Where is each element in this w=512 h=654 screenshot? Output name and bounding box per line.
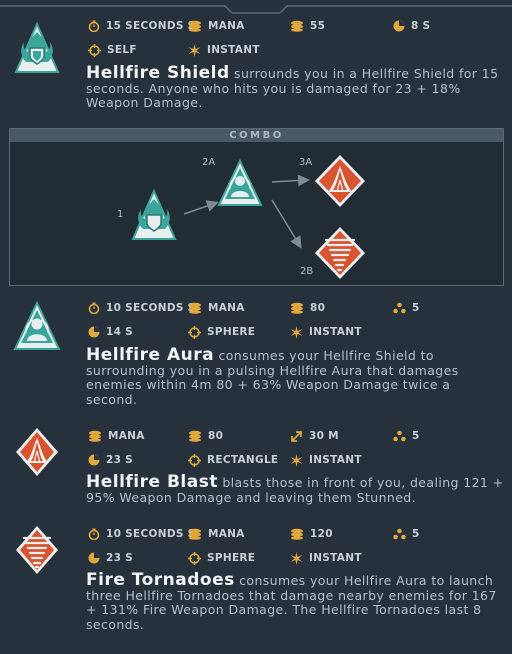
stat-resource: MANA [188, 527, 245, 541]
fire-tornado-icon[interactable] [15, 525, 59, 579]
stat-cooldown: 14 S [88, 325, 133, 339]
stopwatch-icon [88, 528, 100, 540]
instant-icon [290, 551, 303, 565]
stat-cost: 80 [290, 301, 325, 315]
stat-targets: 5 [393, 301, 420, 315]
instant-icon [290, 453, 303, 467]
stopwatch-icon [88, 302, 100, 314]
mana-icon [189, 302, 201, 314]
description-hellfire-blast: Hellfire Blast blasts those in front of … [86, 474, 504, 505]
description-hellfire-aura: Hellfire Aura consumes your Hellfire Shi… [86, 347, 504, 407]
stat-cooldown: 23 S [88, 551, 133, 565]
stats-hellfire-aura: 10 SECONDS S MANA 80 5 14 S SPHERE INSTA… [0, 0, 512, 654]
stat-targets: 5 [393, 429, 420, 443]
stat-cast-type: INSTANT [290, 551, 362, 565]
stat-cost: 80 [188, 429, 223, 443]
target-icon [188, 551, 201, 565]
cost-icon [291, 528, 303, 540]
stat-cast-type: INSTANT [290, 453, 362, 467]
hellfire-blast-icon[interactable] [15, 427, 59, 481]
stat-target-type: RECTANGLE [188, 453, 278, 467]
instant-icon [290, 325, 303, 339]
stat-cooldown: 23 S [88, 453, 133, 467]
cost-icon [291, 302, 303, 314]
cooldown-icon [88, 454, 100, 466]
cooldown-icon [88, 326, 100, 338]
stat-duration: 10 SECONDS S [88, 301, 196, 315]
stat-target-type: SPHERE [188, 325, 255, 339]
target-icon [188, 453, 201, 467]
cooldown-icon [88, 552, 100, 564]
mana-icon [189, 528, 201, 540]
stat-range: 30 M [290, 429, 339, 443]
range-icon [291, 430, 302, 442]
description-fire-tornadoes: Fire Tornadoes consumes your Hellfire Au… [86, 572, 504, 632]
targets-icon [393, 528, 406, 540]
stat-cost: 120 [290, 527, 333, 541]
stat-resource: MANA [188, 301, 245, 315]
stat-targets: 5 [393, 527, 420, 541]
mana-icon [89, 430, 101, 442]
stat-resource: MANA [88, 429, 145, 443]
stat-target-type: SPHERE [188, 551, 255, 565]
cost-icon [189, 430, 201, 442]
stat-duration: 10 SECONDS S [88, 527, 196, 541]
targets-icon [393, 430, 406, 442]
target-icon [188, 325, 201, 339]
targets-icon [393, 302, 406, 314]
stat-cast-type: INSTANT [290, 325, 362, 339]
